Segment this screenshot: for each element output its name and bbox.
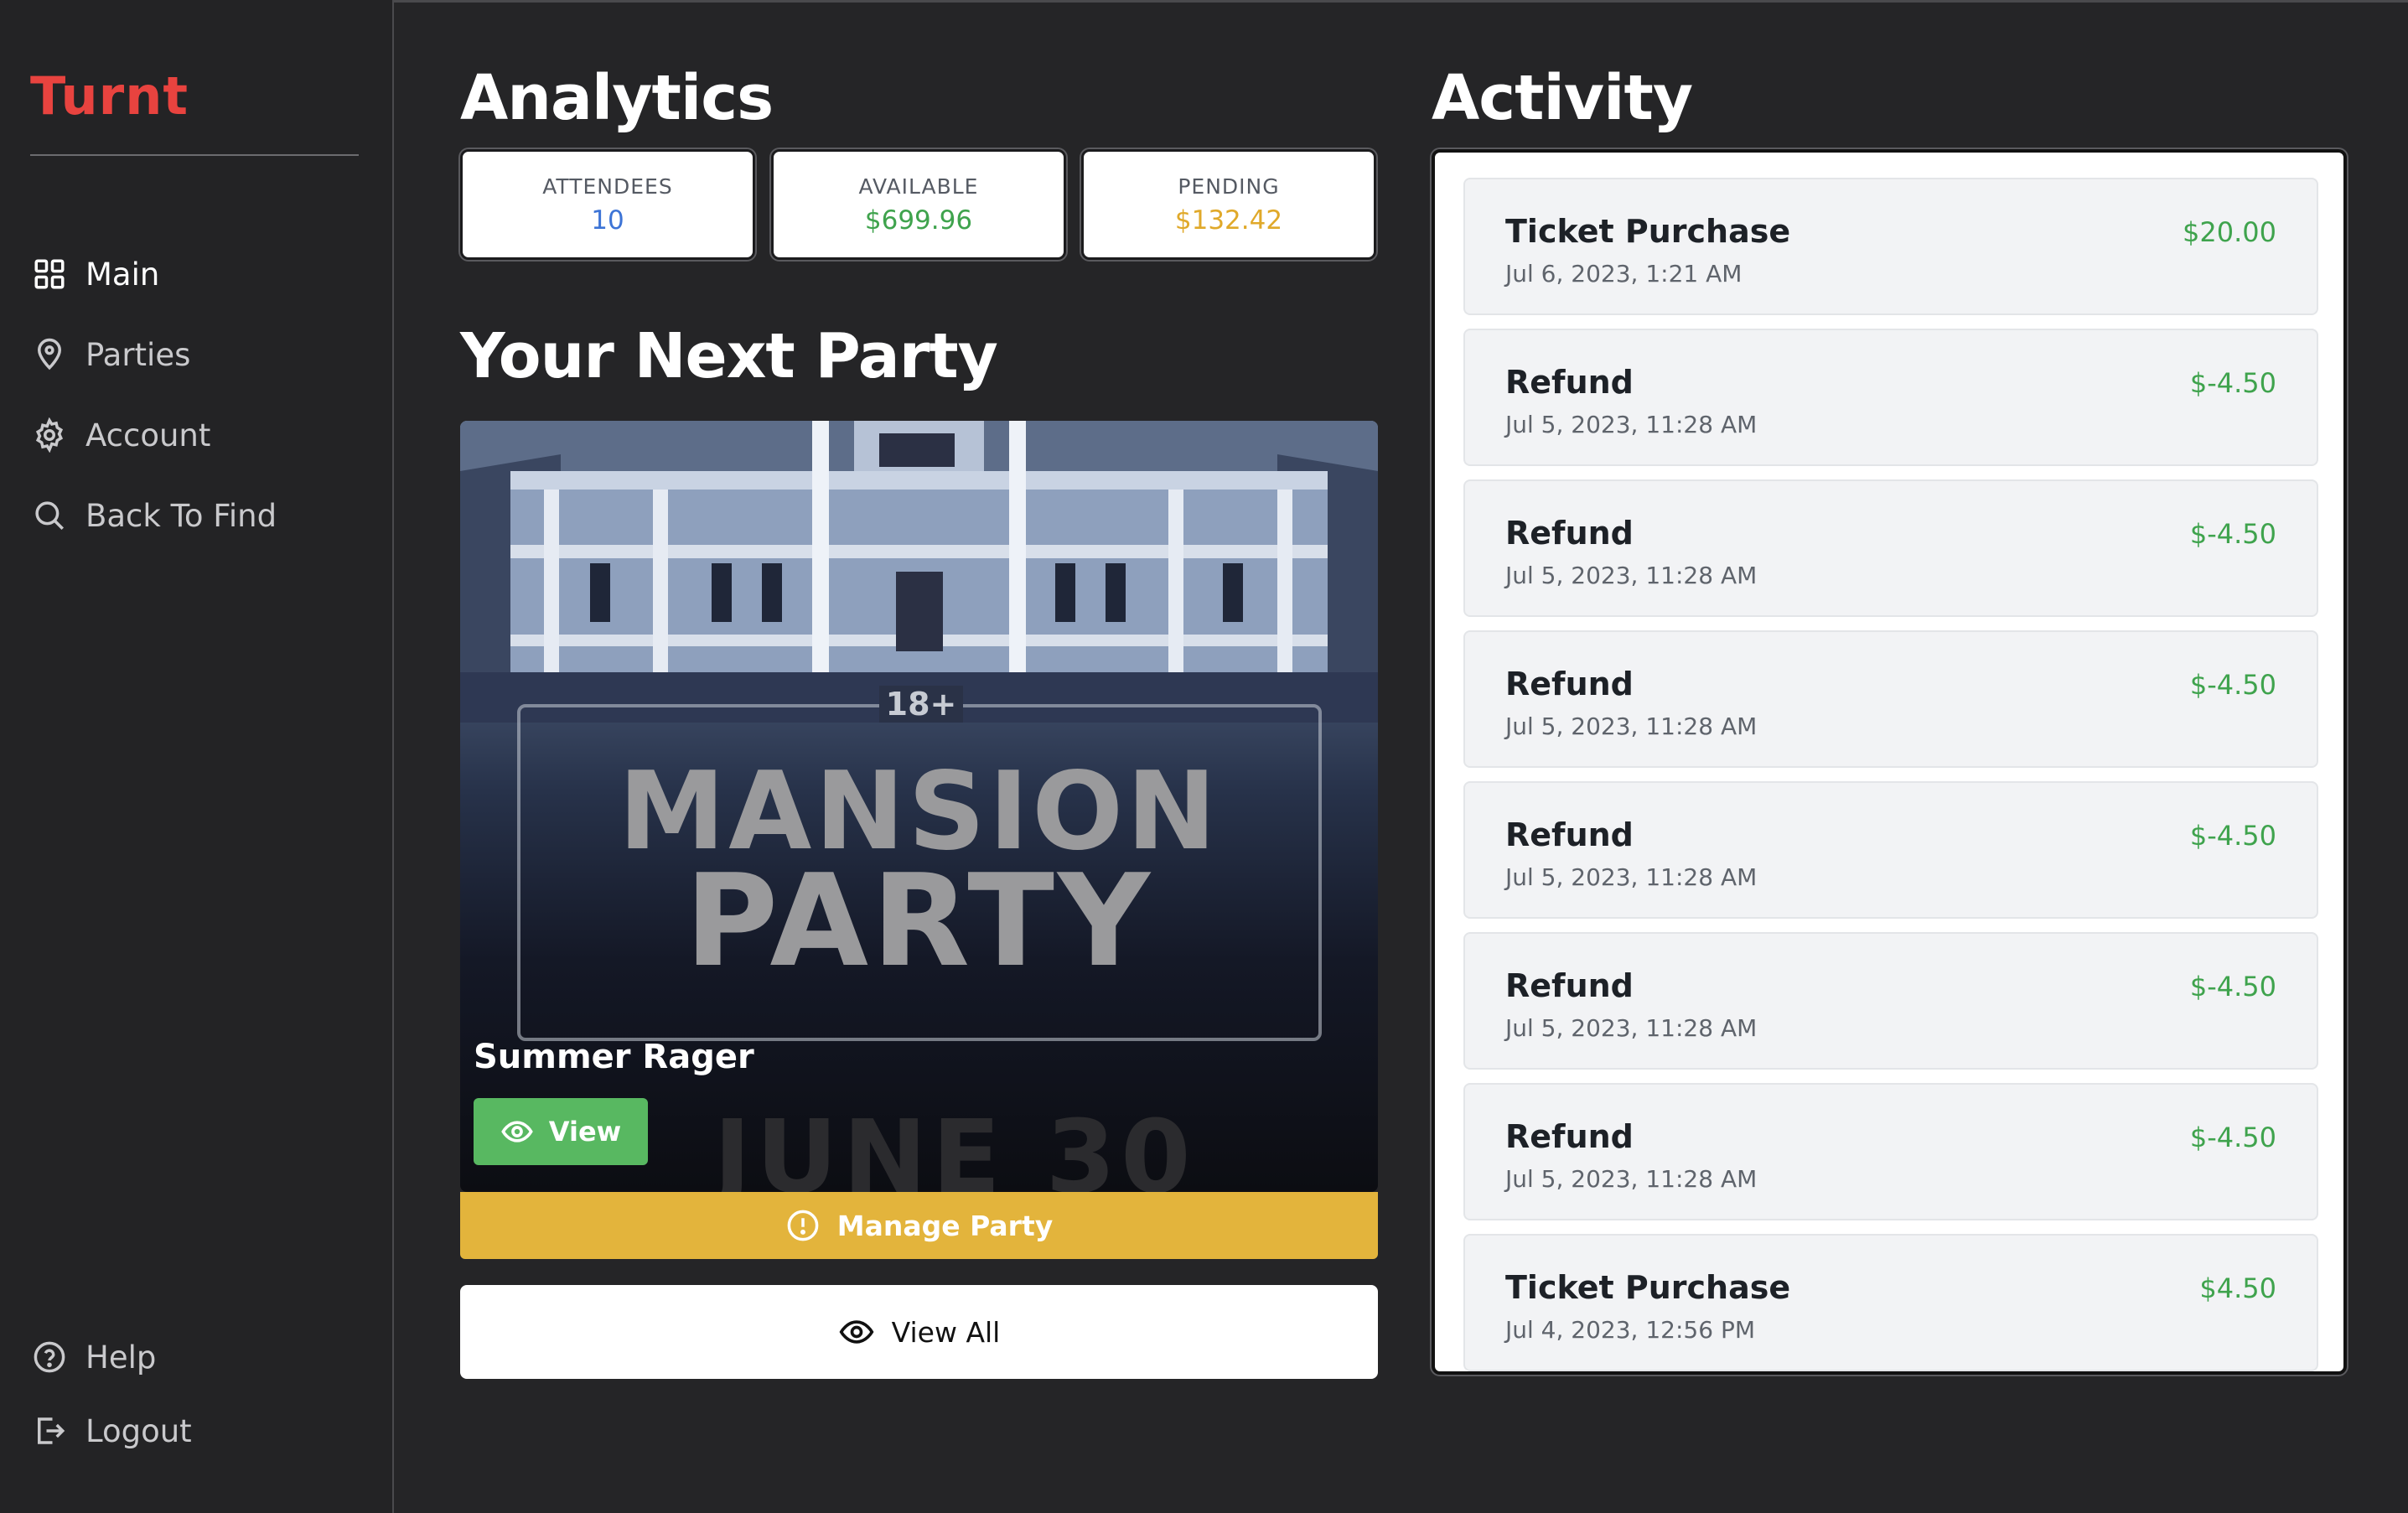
- activity-amount: $-4.50: [2189, 669, 2276, 701]
- activity-title: Refund: [1505, 967, 1634, 1004]
- activity-date: Jul 5, 2023, 11:28 AM: [1505, 562, 1758, 589]
- search-icon: [30, 496, 69, 535]
- eye-icon: [839, 1320, 874, 1344]
- logout-icon: [30, 1412, 69, 1450]
- sidebar-item-main[interactable]: Main: [30, 249, 357, 299]
- sidebar-item-label: Parties: [85, 336, 191, 373]
- activity-date: Jul 5, 2023, 11:28 AM: [1505, 411, 1758, 438]
- activity-item[interactable]: Refund Jul 5, 2023, 11:28 AM $-4.50: [1463, 329, 2318, 466]
- divider: [30, 154, 359, 156]
- activity-title: Ticket Purchase: [1505, 1269, 1791, 1306]
- activity-title: Refund: [1505, 515, 1634, 552]
- sidebar-item-label: Back To Find: [85, 497, 277, 534]
- location-pin-icon: [30, 335, 69, 374]
- mansion-illustration: [460, 421, 1378, 723]
- poster-age-label: 18+: [879, 686, 963, 723]
- activity-date: Jul 5, 2023, 11:28 AM: [1505, 1014, 1758, 1042]
- activity-list[interactable]: Ticket Purchase Jul 6, 2023, 1:21 AM $20…: [1432, 149, 2347, 1375]
- activity-date: Jul 4, 2023, 12:56 PM: [1505, 1316, 1755, 1344]
- party-name: Summer Rager: [474, 1038, 754, 1076]
- sidebar-item-parties[interactable]: Parties: [30, 329, 357, 380]
- stat-value: $132.42: [1174, 205, 1283, 236]
- stat-value: $699.96: [864, 205, 973, 236]
- activity-amount: $4.50: [2199, 1272, 2276, 1304]
- activity-date: Jul 5, 2023, 11:28 AM: [1505, 1165, 1758, 1193]
- activity-item[interactable]: Refund Jul 5, 2023, 11:28 AM $-4.50: [1463, 630, 2318, 768]
- activity-item[interactable]: Ticket Purchase Jul 6, 2023, 1:21 AM $20…: [1463, 178, 2318, 315]
- stat-label: ATTENDEES: [542, 174, 673, 199]
- poster-title: PARTY: [684, 847, 1154, 995]
- stat-card-available: AVAILABLE $699.96: [771, 149, 1066, 260]
- sidebar: Turnt Main Parties Account Back To Find …: [0, 0, 394, 1513]
- sidebar-item-help[interactable]: Help: [30, 1332, 357, 1382]
- activity-title: Refund: [1505, 1118, 1634, 1155]
- activity-amount: $-4.50: [2189, 820, 2276, 852]
- activity-title: Refund: [1505, 666, 1634, 702]
- sidebar-item-label: Logout: [85, 1412, 192, 1449]
- stat-label: AVAILABLE: [858, 174, 979, 199]
- sidebar-item-label: Account: [85, 417, 211, 453]
- stat-value: 10: [591, 205, 624, 236]
- party-card: 18+ MANSION PARTY JUNE 30 Summer Rager V…: [460, 421, 1378, 1192]
- brand-logo[interactable]: Turnt: [30, 65, 189, 127]
- activity-item[interactable]: Refund Jul 5, 2023, 11:28 AM $-4.50: [1463, 932, 2318, 1070]
- activity-item[interactable]: Refund Jul 5, 2023, 11:28 AM $-4.50: [1463, 781, 2318, 919]
- gear-icon: [30, 416, 69, 454]
- view-all-button[interactable]: View All: [460, 1285, 1378, 1379]
- help-circle-icon: [30, 1338, 69, 1376]
- activity-amount: $-4.50: [2189, 1122, 2276, 1153]
- sidebar-item-logout[interactable]: Logout: [30, 1406, 357, 1456]
- sidebar-item-label: Main: [85, 256, 160, 293]
- activity-title: Refund: [1505, 364, 1634, 401]
- view-button-label: View: [548, 1116, 622, 1148]
- activity-date: Jul 5, 2023, 11:28 AM: [1505, 863, 1758, 891]
- activity-item[interactable]: Refund Jul 5, 2023, 11:28 AM $-4.50: [1463, 1083, 2318, 1220]
- view-all-label: View All: [891, 1315, 1001, 1349]
- activity-amount: $-4.50: [2189, 367, 2276, 399]
- alert-circle-icon: [787, 1210, 819, 1241]
- sidebar-item-label: Help: [85, 1339, 157, 1376]
- poster-date: JUNE 30: [713, 1100, 1196, 1192]
- activity-amount: $20.00: [2183, 216, 2276, 248]
- view-party-button[interactable]: View: [474, 1098, 648, 1165]
- manage-party-label: Manage Party: [836, 1209, 1054, 1242]
- activity-amount: $-4.50: [2189, 971, 2276, 1003]
- eye-icon: [501, 1121, 533, 1143]
- manage-party-button[interactable]: Manage Party: [460, 1192, 1378, 1259]
- activity-date: Jul 5, 2023, 11:28 AM: [1505, 712, 1758, 740]
- activity-date: Jul 6, 2023, 1:21 AM: [1505, 260, 1743, 288]
- stat-card-pending: PENDING $132.42: [1081, 149, 1376, 260]
- activity-item[interactable]: Refund Jul 5, 2023, 11:28 AM $-4.50: [1463, 479, 2318, 617]
- stat-label: PENDING: [1178, 174, 1280, 199]
- activity-item[interactable]: Ticket Purchase Jul 4, 2023, 12:56 PM $4…: [1463, 1234, 2318, 1371]
- next-party-heading: Your Next Party: [460, 320, 998, 392]
- party-poster-image: 18+ MANSION PARTY JUNE 30: [460, 421, 1378, 1192]
- activity-title: Refund: [1505, 816, 1634, 853]
- grid-icon: [30, 255, 69, 293]
- stat-card-attendees: ATTENDEES 10: [460, 149, 755, 260]
- activity-amount: $-4.50: [2189, 518, 2276, 550]
- sidebar-item-back-to-find[interactable]: Back To Find: [30, 490, 357, 541]
- activity-title: Ticket Purchase: [1505, 213, 1791, 250]
- sidebar-item-account[interactable]: Account: [30, 410, 357, 460]
- analytics-heading: Analytics: [460, 62, 774, 134]
- activity-heading: Activity: [1432, 62, 1693, 134]
